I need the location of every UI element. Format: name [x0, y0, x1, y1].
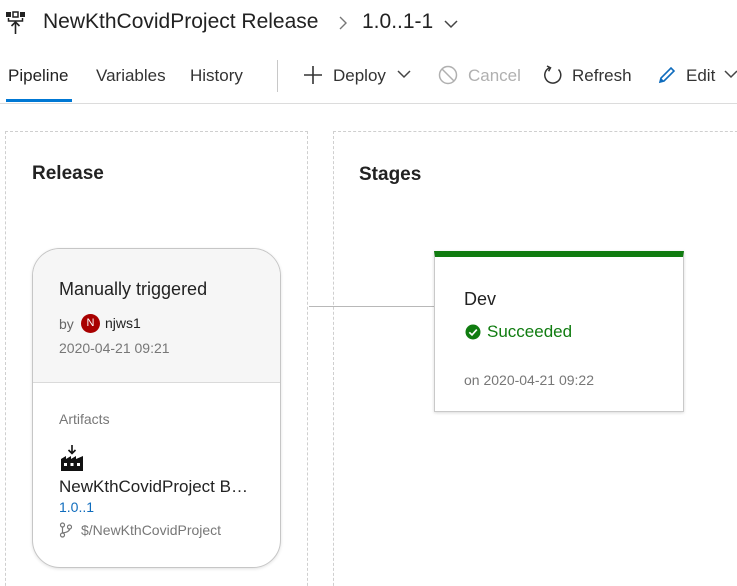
- toolbar: Pipeline Variables History Deploy Cancel…: [0, 52, 737, 104]
- cancel-icon: [438, 65, 458, 85]
- check-circle-icon: [465, 324, 481, 340]
- chevron-down-icon[interactable]: [396, 66, 412, 82]
- release-version[interactable]: 1.0..1-1: [362, 10, 433, 34]
- avatar: N: [81, 314, 100, 333]
- build-artifact-icon: [61, 445, 83, 471]
- cancel-button[interactable]: Cancel: [468, 66, 521, 86]
- trigger-text: Manually triggered: [59, 279, 208, 299]
- stage-card-dev[interactable]: Dev Succeeded on 2020-04-21 09:22: [434, 251, 684, 412]
- plus-icon[interactable]: [302, 64, 324, 86]
- toolbar-divider: [277, 60, 278, 92]
- release-panel-title: Release: [32, 163, 104, 184]
- stage-date: on 2020-04-21 09:22: [464, 372, 594, 388]
- user-name: njws1: [105, 315, 141, 331]
- pipeline-connector: [309, 306, 436, 307]
- pencil-icon[interactable]: [656, 64, 678, 86]
- stage-name: Dev: [464, 289, 497, 309]
- deploy-button[interactable]: Deploy: [333, 66, 386, 86]
- trigger-date: 2020-04-21 09:21: [59, 340, 170, 356]
- artifact-source: $/NewKthCovidProject: [81, 522, 222, 538]
- refresh-icon[interactable]: [542, 64, 564, 86]
- release-card[interactable]: Manually triggered by N njws1 2020-04-21…: [32, 248, 281, 568]
- stages-panel-title: Stages: [359, 164, 422, 185]
- chevron-down-icon[interactable]: [443, 18, 459, 30]
- active-tab-indicator: [6, 99, 72, 102]
- tab-pipeline[interactable]: Pipeline: [8, 66, 69, 86]
- edit-button[interactable]: Edit: [686, 66, 715, 86]
- chevron-right-icon: [339, 16, 347, 30]
- by-label: by: [59, 316, 74, 332]
- refresh-button[interactable]: Refresh: [572, 66, 632, 86]
- tab-variables[interactable]: Variables: [96, 66, 166, 86]
- stage-status: Succeeded: [487, 322, 573, 341]
- branch-icon: [59, 522, 73, 538]
- release-title: NewKthCovidProject Release: [43, 10, 319, 33]
- artifact-version-link[interactable]: 1.0..1: [59, 499, 94, 515]
- chevron-down-icon[interactable]: [723, 66, 737, 82]
- pipeline-icon: [6, 11, 25, 34]
- tab-history[interactable]: History: [190, 66, 243, 86]
- page-header: NewKthCovidProject Release 1.0..1-1: [0, 0, 737, 48]
- artifacts-label: Artifacts: [59, 411, 110, 427]
- artifact-name[interactable]: NewKthCovidProject Build: [59, 477, 255, 497]
